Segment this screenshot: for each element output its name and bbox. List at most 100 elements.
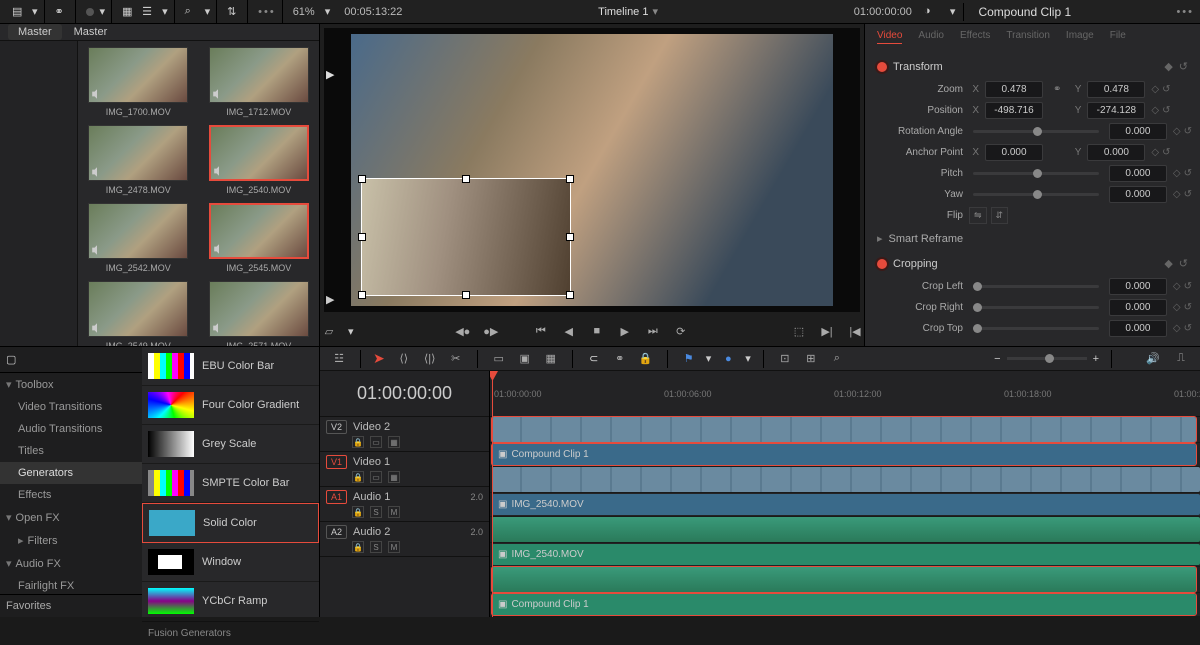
cropping-section-header[interactable]: Cropping ◆↺ — [873, 251, 1192, 276]
next-clip-icon[interactable]: ▶| — [818, 322, 836, 340]
timeline-ruler[interactable]: 01:00:00:0001:00:06:0001:00:12:0001:00:1… — [490, 371, 1200, 417]
lock-icon[interactable]: 🔒 — [637, 350, 655, 368]
clip-video1-thumbs[interactable] — [492, 467, 1200, 492]
track-header[interactable]: A2Audio 22.0🔒SM — [320, 522, 489, 557]
toolbox-item[interactable]: Video Transitions — [0, 396, 142, 418]
detail-zoom-icon[interactable]: ⊞ — [802, 350, 820, 368]
mute-button[interactable]: M — [388, 541, 400, 553]
generator-item[interactable]: Solid Color — [142, 503, 319, 543]
inspector-tab[interactable]: Effects — [960, 30, 990, 44]
custom-zoom-icon[interactable]: ⌕ — [828, 350, 846, 368]
crop-right-input[interactable] — [1109, 299, 1167, 316]
lock-icon[interactable]: 🔒 — [352, 541, 364, 553]
prev-clip-icon[interactable]: |◀ — [846, 322, 864, 340]
generator-item[interactable]: SMPTE Color Bar — [142, 464, 319, 503]
toolbox-item[interactable]: Audio Transitions — [0, 418, 142, 440]
viewer-zoom[interactable]: 61% — [287, 6, 321, 18]
play-icon[interactable]: ▶ — [616, 322, 634, 340]
toolbox-item[interactable]: Generators — [0, 462, 142, 484]
toolbox-item[interactable]: Titles — [0, 440, 142, 462]
clip-audio1[interactable]: ▣IMG_2540.MOV — [492, 544, 1200, 565]
bin-tree[interactable] — [0, 41, 78, 357]
transform-section-header[interactable]: Transform ◆↺ — [873, 54, 1192, 79]
anchor-y-input[interactable] — [1087, 144, 1145, 161]
sort-icon[interactable]: ⇅ — [227, 5, 241, 19]
link-icon[interactable]: ⚭ — [1049, 84, 1065, 95]
mute-icon[interactable]: 🔊 — [1144, 350, 1162, 368]
zoom-x-input[interactable] — [985, 81, 1043, 98]
track-options-icon[interactable]: ▦ — [388, 471, 400, 483]
rotation-input[interactable] — [1109, 123, 1167, 140]
clip-item[interactable]: IMG_2540.MOV — [205, 125, 314, 195]
mixer-icon[interactable]: ⎍ — [1172, 350, 1190, 368]
reset-icon[interactable]: ↺ — [1179, 60, 1188, 73]
generator-item[interactable]: Four Color Gradient — [142, 386, 319, 425]
lock-icon[interactable]: 🔒 — [352, 471, 364, 483]
playhead[interactable] — [492, 371, 493, 617]
crop-top-input[interactable] — [1109, 320, 1167, 337]
clip-video2[interactable]: ▣Compound Clip 1 — [492, 444, 1196, 465]
transform-overlay-icon[interactable]: ▱ — [320, 322, 338, 340]
loop-icon[interactable]: ⟳ — [672, 322, 690, 340]
inspector-tab[interactable]: File — [1110, 30, 1126, 44]
timeline-tracks[interactable]: 01:00:00:0001:00:06:0001:00:12:0001:00:1… — [490, 371, 1200, 617]
grid-view-icon[interactable]: ▦ — [122, 5, 136, 19]
solo-button[interactable]: S — [370, 506, 382, 518]
prev-edit-icon[interactable]: ▶ — [326, 68, 334, 81]
link-selection-icon[interactable]: ⚭ — [611, 350, 629, 368]
inspector-tab[interactable]: Transition — [1006, 30, 1050, 44]
generator-item[interactable]: Window — [142, 543, 319, 582]
clip-item[interactable]: IMG_2545.MOV — [205, 203, 314, 273]
mute-button[interactable]: M — [388, 506, 400, 518]
solo-button[interactable]: S — [370, 541, 382, 553]
collapse-icon[interactable]: ▢ — [6, 353, 16, 366]
track-header[interactable]: A1Audio 12.0🔒SM — [320, 487, 489, 522]
toolbox-item[interactable]: Effects — [0, 484, 142, 506]
fusion-generators-header[interactable]: Fusion Generators — [142, 621, 319, 645]
clip-audio2-wave[interactable] — [492, 567, 1196, 592]
record-dot-icon[interactable] — [86, 8, 94, 16]
track-header[interactable]: V2Video 2🔒▭▦ — [320, 417, 489, 452]
timeline-name[interactable]: Timeline 1 — [406, 5, 849, 18]
flip-v-button[interactable]: ⇵ — [991, 207, 1009, 224]
stop-icon[interactable]: ■ — [588, 322, 606, 340]
yaw-input[interactable] — [1109, 186, 1167, 203]
timeline-timecode[interactable]: 01:00:00:00 — [320, 371, 489, 417]
mark-in-icon[interactable]: ◀● — [454, 322, 472, 340]
selection-tool-icon[interactable]: ➤ — [373, 350, 385, 367]
smart-reframe-section[interactable]: ▸Smart Reframe — [873, 226, 1192, 251]
generator-item[interactable]: Grey Scale — [142, 425, 319, 464]
clip-audio1-wave[interactable] — [492, 517, 1200, 542]
reset-icon[interactable]: ↺ — [1162, 84, 1170, 95]
track-header[interactable]: V1Video 1🔒▭▦ — [320, 452, 489, 487]
keyframe-diamond-icon[interactable]: ◇ — [1151, 84, 1159, 95]
last-frame-icon[interactable]: ⏭ — [644, 322, 662, 340]
marker-icon[interactable]: ● — [719, 350, 737, 368]
clip-video1[interactable]: ▣IMG_2540.MOV — [492, 494, 1200, 515]
list-view-icon[interactable]: ☰ — [142, 5, 156, 19]
chevron-down-icon[interactable]: ▾ — [32, 5, 38, 18]
pip-overlay[interactable] — [361, 178, 571, 296]
replace-clip-icon[interactable]: ▦ — [542, 350, 560, 368]
enable-dot-icon[interactable] — [877, 259, 887, 269]
track-options-icon[interactable]: ▦ — [388, 436, 400, 448]
inspector-tab[interactable]: Video — [877, 30, 902, 44]
keyframe-diamond-icon[interactable]: ◆ — [1164, 60, 1172, 73]
toolbox-header[interactable]: Toolbox — [16, 379, 54, 391]
favorites-section[interactable]: Favorites — [0, 594, 142, 617]
position-y-input[interactable] — [1087, 102, 1145, 119]
trim-edit-icon[interactable]: ⟨⟩ — [395, 350, 413, 368]
clip-item[interactable]: IMG_2571.MOV — [205, 281, 314, 351]
enable-dot-icon[interactable] — [877, 62, 887, 72]
crop-left-input[interactable] — [1109, 278, 1167, 295]
record-timecode[interactable]: 01:00:00:00 — [854, 6, 912, 18]
link-icon[interactable]: ⚭ — [55, 5, 69, 19]
mark-out-icon[interactable]: ●▶ — [482, 322, 500, 340]
more-icon[interactable]: ••• — [258, 6, 276, 18]
timeline-view-options-icon[interactable]: ☳ — [330, 350, 348, 368]
pitch-input[interactable] — [1109, 165, 1167, 182]
clip-item[interactable]: IMG_1712.MOV — [205, 47, 314, 117]
viewer-canvas[interactable]: ▶ ▶ — [324, 28, 860, 312]
inspector-tab[interactable]: Audio — [918, 30, 944, 44]
lock-icon[interactable]: 🔒 — [352, 506, 364, 518]
